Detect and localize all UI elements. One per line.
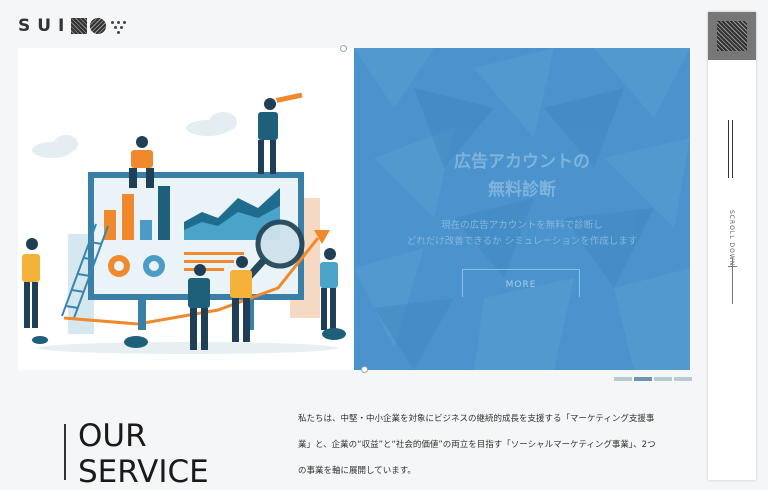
hero-title-line2: 無料診断 [488, 180, 556, 200]
service-heading-line2: SERVICE [78, 454, 209, 490]
square-mark-icon [71, 18, 88, 34]
hero-desc-line2: どれだけ改善できるか シミュレーションを作成します [406, 236, 638, 247]
triangle-dots-icon [109, 18, 127, 34]
slide-handle-bottom[interactable] [361, 366, 368, 373]
hero-illustration [18, 48, 354, 370]
marketing-team-illustration [22, 92, 346, 354]
scroll-indicator-line [732, 258, 733, 304]
scroll-indicator-tick [728, 266, 737, 267]
service-heading-line1: OUR [78, 418, 147, 454]
service-heading: OUR SERVICE [78, 418, 209, 490]
slide-handle-top[interactable] [340, 45, 347, 52]
pager-item-4[interactable] [674, 377, 692, 381]
side-logo[interactable] [708, 12, 756, 60]
menu-icon[interactable] [728, 120, 733, 178]
geometric-pattern [354, 48, 690, 370]
section-accent-bar [64, 424, 66, 480]
more-button[interactable]: MORE [462, 269, 580, 297]
slider-pagination [614, 377, 692, 381]
hero-desc-line1: 現在の広告アカウントを無料で診断し [441, 220, 603, 231]
logo-pattern-icon [717, 21, 747, 51]
hero-panel[interactable]: 広告アカウントの 無料診断 現在の広告アカウントを無料で診断し どれだけ改善でき… [354, 48, 690, 370]
pager-item-3[interactable] [654, 377, 672, 381]
circle-mark-icon [90, 18, 107, 34]
service-description: 私たちは、中堅・中小企業を対象にビジネスの継続的成長を支援する「マーケティング支… [298, 414, 656, 476]
side-panel: SCROLL DOWN [708, 12, 756, 480]
hero-title-line1: 広告アカウントの [454, 152, 590, 172]
hero-title: 広告アカウントの 無料診断 [354, 148, 690, 204]
hero-description: 現在の広告アカウントを無料で診断し どれだけ改善できるか シミュレーションを作成… [354, 218, 690, 250]
pager-item-2[interactable] [634, 377, 652, 381]
pager-item-1[interactable] [614, 377, 632, 381]
logo-text: SUI [18, 16, 72, 36]
site-logo[interactable]: SUI [18, 14, 127, 38]
